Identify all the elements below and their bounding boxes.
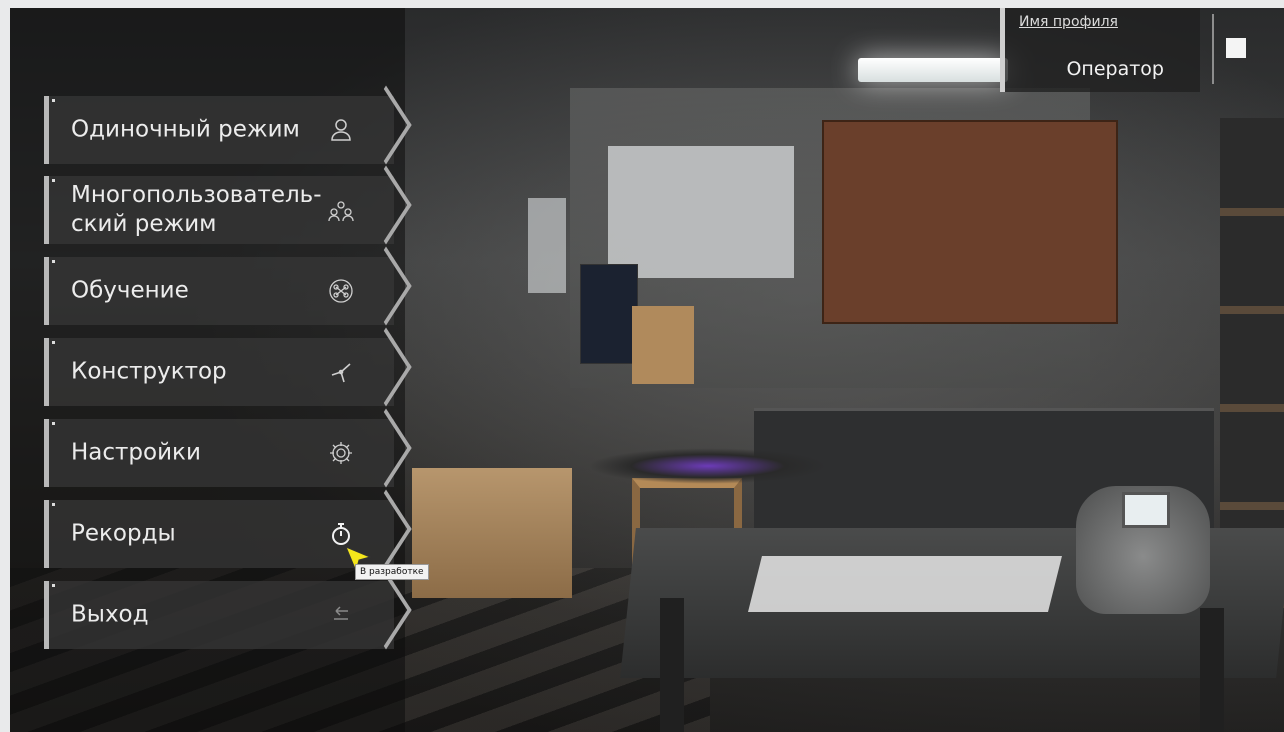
corner-dot xyxy=(52,341,55,344)
blueprint-poster xyxy=(608,146,794,278)
menu-item-single-player[interactable]: Одиночный режим xyxy=(44,96,394,164)
corner-dot xyxy=(52,503,55,506)
table-leg xyxy=(1200,608,1224,732)
in-development-tooltip: В разработке xyxy=(355,564,429,580)
multi-user-icon xyxy=(328,197,354,223)
single-user-icon xyxy=(328,117,354,143)
corner-dot xyxy=(52,99,55,102)
open-cardboard-box xyxy=(412,468,572,598)
menu-item-label: Одиночный режим xyxy=(71,116,300,143)
quadcopter-drone xyxy=(588,448,828,484)
menu-item-label: Конструктор xyxy=(71,358,227,385)
window-square-button[interactable] xyxy=(1226,38,1246,58)
corner-dot xyxy=(52,179,55,182)
radio-controller xyxy=(1076,486,1210,614)
propeller-icon xyxy=(328,359,354,385)
wall-poster xyxy=(580,264,638,364)
menu-item-label: Многопользователь- ский режим xyxy=(71,182,322,237)
exit-arrow-icon xyxy=(328,602,354,628)
ceiling-lamp xyxy=(858,58,1008,82)
menu-item-settings[interactable]: Настройки xyxy=(44,419,394,487)
menu-item-label: Обучение xyxy=(71,277,189,304)
profile-name-label[interactable]: Имя профиля xyxy=(1019,14,1118,30)
menu-item-constructor[interactable]: Конструктор xyxy=(44,338,394,406)
cardboard-box-small xyxy=(632,306,694,384)
menu-item-label: Настройки xyxy=(71,439,201,466)
menu-item-records[interactable]: Рекорды xyxy=(44,500,394,568)
corner-dot xyxy=(52,422,55,425)
profile-name-value: Оператор xyxy=(1066,58,1164,80)
tool-pegboard xyxy=(822,120,1118,324)
profile-panel[interactable]: Имя профиля Оператор xyxy=(1000,8,1200,92)
menu-item-multiplayer[interactable]: Многопользователь- ский режим xyxy=(44,176,394,244)
gear-icon xyxy=(328,440,354,466)
menu-item-training[interactable]: Обучение xyxy=(44,257,394,325)
corner-dot xyxy=(52,584,55,587)
table-papers xyxy=(748,556,1062,612)
small-blueprint xyxy=(528,198,566,293)
divider-line xyxy=(1212,14,1214,84)
corner-dot xyxy=(52,260,55,263)
stopwatch-icon xyxy=(328,521,354,547)
menu-item-label: Выход xyxy=(71,601,149,628)
menu-item-label: Рекорды xyxy=(71,520,176,547)
garage-scene-background: Одиночный режим Многопользователь- ский … xyxy=(10,8,1284,732)
training-drone-icon xyxy=(328,278,354,304)
menu-item-exit[interactable]: Выход xyxy=(44,581,394,649)
table-leg xyxy=(660,598,684,732)
